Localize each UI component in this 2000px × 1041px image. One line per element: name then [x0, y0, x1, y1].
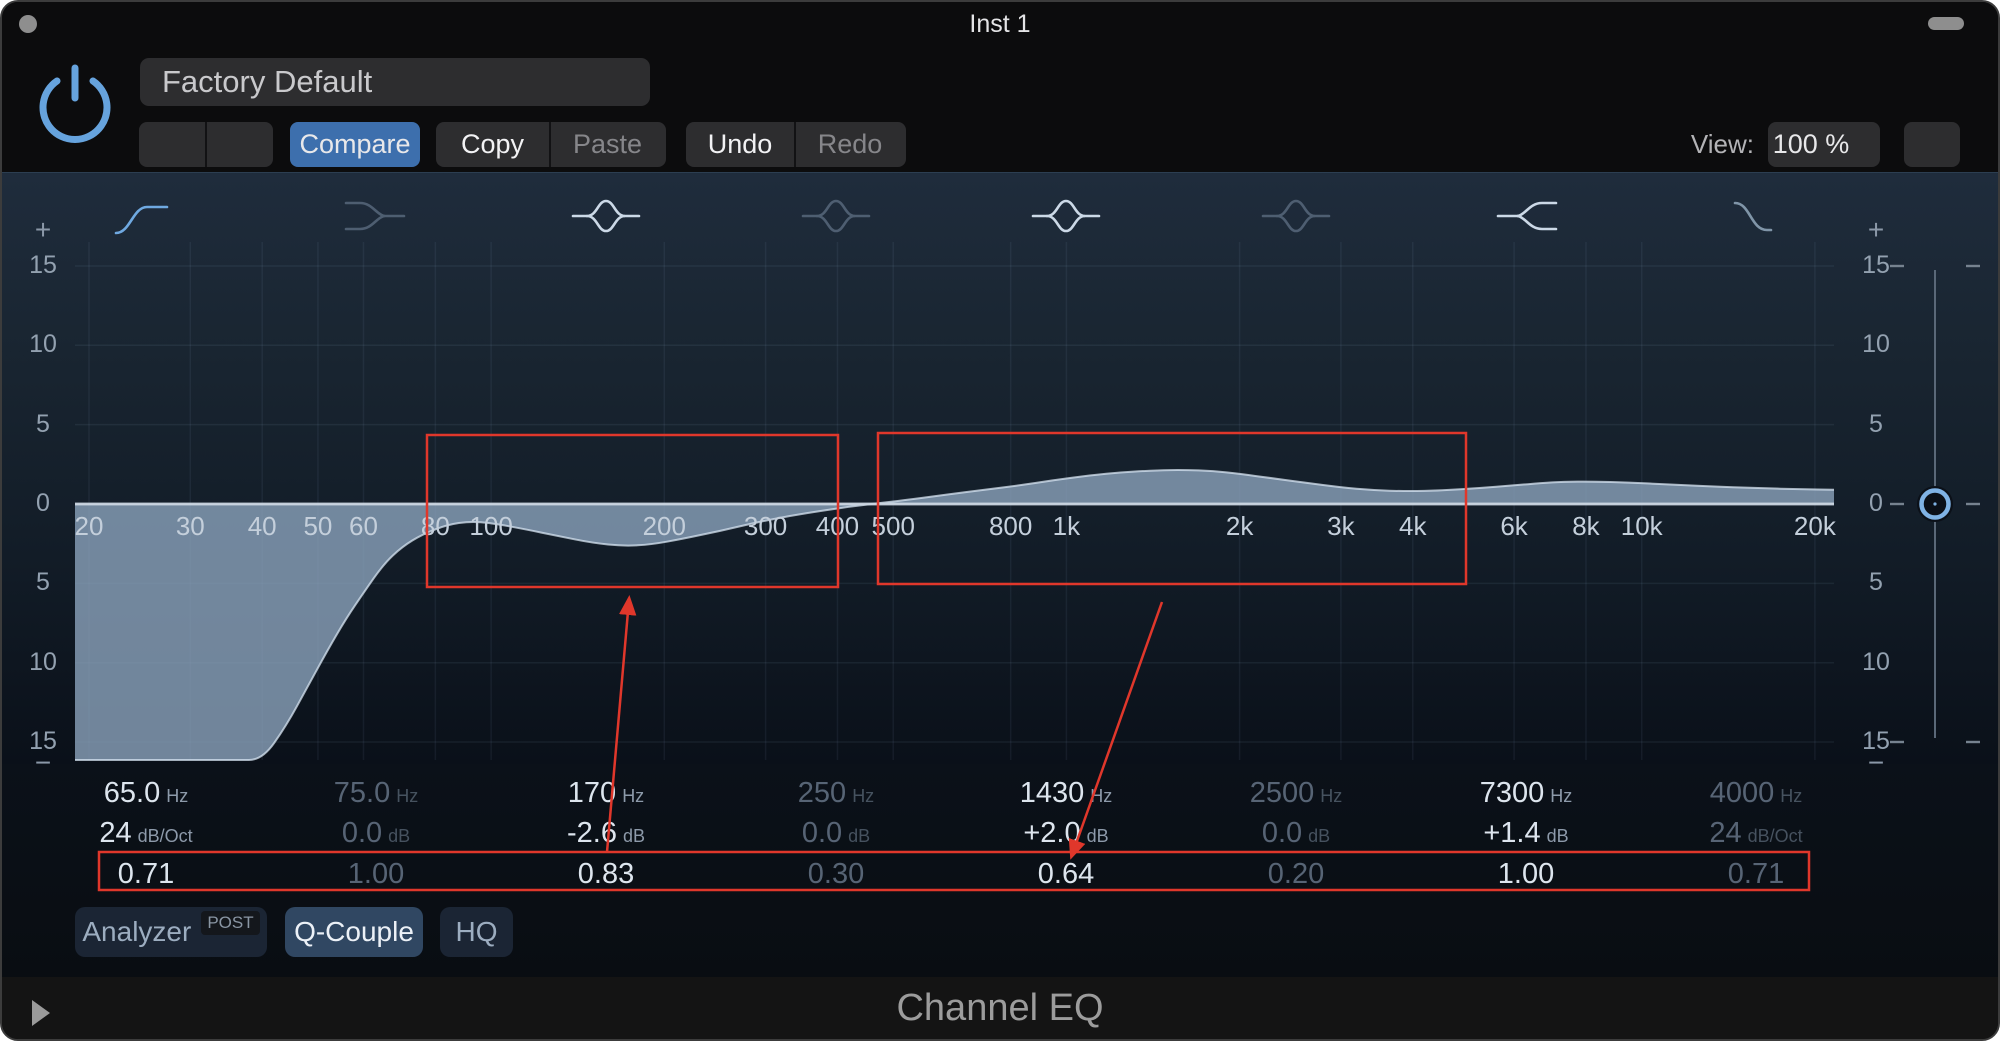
footer-icons [2, 2, 2000, 1041]
plugin-name: Channel EQ [2, 977, 1998, 1039]
screen: Inst 1 Factory Default [0, 0, 2000, 1041]
plugin-window: Inst 1 Factory Default [0, 0, 2000, 1041]
